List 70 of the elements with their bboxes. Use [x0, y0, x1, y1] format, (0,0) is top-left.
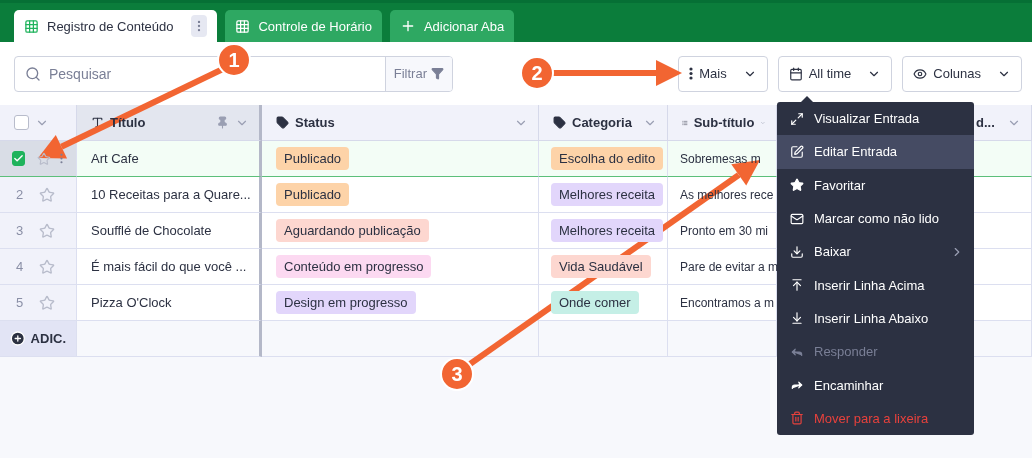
menu-item[interactable]: Encaminhar — [777, 368, 974, 402]
text-icon — [91, 116, 104, 129]
search-icon — [25, 65, 41, 82]
table-cell: Pronto em 30 mi — [680, 223, 769, 238]
insert-above-icon — [790, 278, 804, 293]
menu-item[interactable]: Inserir Linha Acima — [777, 268, 974, 302]
calendar-icon — [788, 66, 803, 81]
menu-item[interactable]: Favoritar — [777, 168, 974, 202]
status-tag: Design em progresso — [276, 291, 416, 314]
edit-icon — [790, 144, 804, 159]
column-header[interactable]: Título — [77, 105, 262, 141]
download-icon — [790, 244, 804, 259]
tag-icon — [276, 116, 289, 129]
star-icon[interactable] — [39, 258, 55, 275]
star-icon[interactable] — [39, 186, 55, 203]
category-tag: Escolha do edito — [551, 147, 664, 170]
table-cell: Pizza O'Clock — [91, 295, 172, 310]
category-tag: Vida Saudável — [551, 255, 651, 278]
star-icon — [790, 178, 804, 193]
toolbar-button[interactable]: All time — [777, 55, 893, 92]
column-header[interactable]: Categoria — [539, 105, 668, 141]
toolbar-button[interactable]: Colunas — [902, 55, 1022, 92]
menu-item[interactable]: Baixar — [777, 235, 974, 269]
eye-icon — [913, 66, 928, 81]
table-cell: Art Cafe — [91, 151, 139, 166]
add-row-button[interactable]: ADIC. — [0, 321, 77, 357]
status-tag: Conteúdo em progresso — [276, 255, 432, 278]
menu-item[interactable]: Visualizar Entrada — [777, 102, 974, 136]
pin-icon[interactable] — [216, 116, 229, 129]
forward-icon — [790, 378, 804, 392]
column-header[interactable]: Sub-título — [668, 105, 777, 141]
category-tag: Melhores receita — [551, 183, 664, 206]
menu-item[interactable]: Editar Entrada — [777, 135, 974, 169]
select-all-checkbox[interactable] — [14, 115, 29, 130]
kebab-icon — [689, 67, 694, 80]
status-tag: Publicado — [276, 183, 350, 206]
row-checkbox[interactable] — [12, 151, 26, 166]
tab[interactable]: Registro de Conteúdo — [14, 10, 218, 42]
filter-icon — [431, 67, 444, 80]
column-header[interactable]: Status — [262, 105, 539, 141]
expand-icon — [790, 111, 804, 126]
tab-menu-icon[interactable] — [191, 15, 208, 37]
tag-icon — [553, 116, 566, 129]
category-tag: Melhores receita — [551, 219, 664, 242]
row-number: 2 — [14, 187, 25, 202]
plus-circle-icon — [10, 330, 26, 347]
menu-item[interactable]: Marcar como não lido — [777, 201, 974, 236]
mail-icon — [790, 211, 804, 226]
table-cell: 10 Receitas para a Quare... — [91, 187, 251, 202]
table-cell: Pare de evitar a m — [680, 259, 779, 274]
table-cell: Soufflé de Chocolate — [91, 223, 212, 238]
grid-icon — [24, 18, 39, 34]
star-icon[interactable] — [39, 294, 55, 311]
row-number: 4 — [14, 259, 25, 274]
status-tag: Aguardando publicação — [276, 219, 429, 242]
row-number: 3 — [14, 223, 25, 238]
table-cell: Encontramos a m — [680, 295, 775, 310]
menu-item[interactable]: Inserir Linha Abaixo — [777, 301, 974, 336]
star-icon[interactable] — [39, 222, 55, 239]
step-number: 3 — [440, 357, 474, 391]
row-number: 5 — [14, 295, 25, 310]
filter-button[interactable]: Filtrar — [384, 56, 452, 91]
insert-below-icon — [790, 311, 804, 326]
star-icon[interactable] — [37, 150, 52, 167]
grid-icon — [235, 18, 251, 34]
category-tag: Onde comer — [551, 291, 639, 314]
table-cell: É mais fácil do que você ... — [91, 259, 247, 274]
toolbar-button[interactable]: Mais — [678, 55, 768, 92]
status-tag: Publicado — [276, 147, 350, 170]
trash-icon — [790, 411, 804, 426]
